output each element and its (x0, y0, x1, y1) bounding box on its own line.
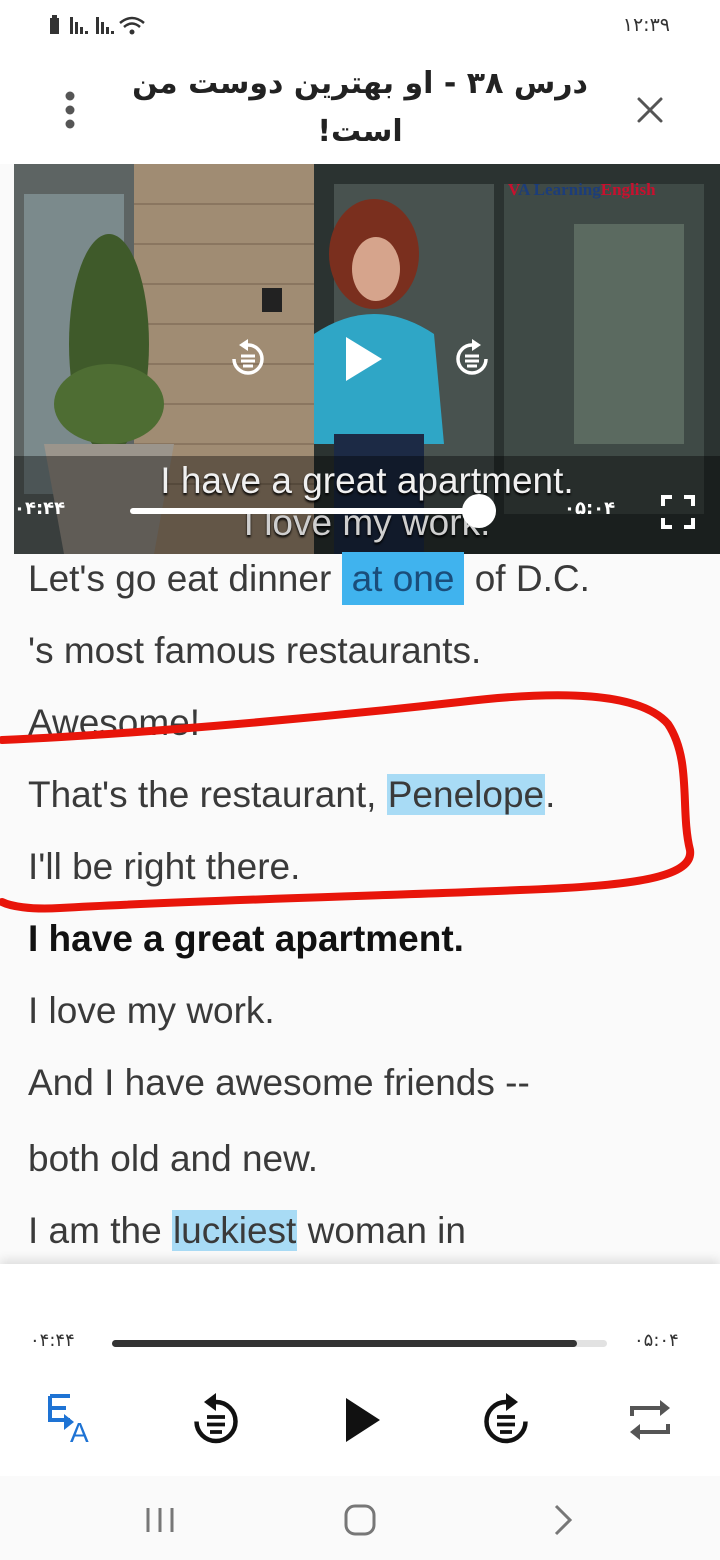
transcript-text: both old and new. (28, 1138, 319, 1179)
transcript-text: woman in (297, 1210, 466, 1251)
recents-icon (146, 1508, 174, 1532)
subtitle-line-1: I have a great apartment. (160, 460, 574, 501)
back-button[interactable] (542, 1500, 582, 1540)
player-duration: ۰۵:۰۴ (634, 1330, 679, 1351)
repeat-icon (630, 1400, 670, 1440)
chevron-right-icon (554, 1504, 573, 1536)
audio-player-panel: ۰۴:۴۴ ۰۵:۰۴ A (0, 1264, 720, 1476)
video-forward-button[interactable] (452, 339, 492, 379)
status-icons (48, 14, 148, 38)
highlighted-word[interactable]: at one (341, 552, 465, 605)
transcript-line[interactable]: I have a great apartment. (28, 918, 464, 960)
transcript-line[interactable]: And I have awesome friends -- (28, 1062, 530, 1104)
home-icon (344, 1504, 376, 1536)
close-button[interactable] (630, 90, 670, 130)
rewind-5-icon (194, 1393, 238, 1444)
video-elapsed-time: ۰۴:۴۴ (14, 498, 66, 519)
system-nav-bar (0, 1476, 720, 1560)
rewind-button[interactable] (186, 1390, 246, 1450)
status-time: ۱۲:۳۹ (622, 14, 670, 36)
rewind-5-icon (232, 339, 264, 375)
more-options-button[interactable] (50, 88, 90, 132)
transcript-line[interactable]: both old and new. (28, 1138, 318, 1180)
more-vert-icon (65, 91, 75, 129)
forward-button[interactable] (476, 1390, 536, 1450)
player-elapsed-time: ۰۴:۴۴ (30, 1330, 75, 1351)
transcript-text: Let's go eat dinner (28, 558, 342, 599)
transcript-text: I have a great apartment. (28, 918, 464, 959)
video-rewind-button[interactable] (228, 339, 268, 379)
home-button[interactable] (340, 1500, 380, 1540)
translate-button[interactable]: A (44, 1390, 104, 1450)
transcript-line[interactable]: Let's go eat dinner at one of D.C. (28, 552, 590, 605)
repeat-button[interactable] (620, 1390, 680, 1450)
forward-5-icon (456, 339, 488, 375)
top-app-bar: درس ۳۸ - او بهترین دوست من است! (0, 52, 720, 164)
video-seek-thumb[interactable] (462, 494, 496, 528)
fullscreen-icon (661, 495, 695, 529)
video-player[interactable]: VA LearningEnglish I have a great apartm… (14, 164, 720, 554)
lesson-title: درس ۳۸ - او بهترین دوست من است! (132, 66, 588, 149)
video-seek-bar[interactable] (130, 508, 480, 514)
transcript-text: I am the (28, 1210, 172, 1251)
transcript-line[interactable]: I love my work. (28, 990, 275, 1032)
transcript-text: 's most famous restaurants. (28, 630, 482, 671)
player-seek-progress (112, 1340, 578, 1347)
voa-logo: VA LearningEnglish (508, 180, 656, 199)
transcript-text: of D.C. (464, 558, 590, 599)
transcript-text: And I have awesome friends -- (28, 1062, 530, 1103)
transcript-line[interactable]: 's most famous restaurants. (28, 630, 481, 672)
video-duration: ۰۵:۰۴ (564, 498, 616, 519)
signal-wifi-icon (50, 15, 145, 35)
status-bar: ۱۲:۳۹ (0, 0, 720, 52)
transcript-line[interactable]: I am the luckiest woman in (28, 1210, 466, 1252)
play-icon (346, 337, 382, 381)
transcript-text: I love my work. (28, 990, 275, 1031)
player-seek-bar[interactable] (112, 1340, 607, 1347)
play-icon (346, 1398, 380, 1442)
translate-icon: A (48, 1394, 89, 1448)
recents-button[interactable] (140, 1500, 180, 1540)
forward-5-icon (484, 1393, 528, 1444)
video-play-button[interactable] (340, 334, 386, 384)
red-annotation-scribble (0, 691, 695, 913)
close-icon (637, 97, 663, 123)
fullscreen-button[interactable] (660, 494, 696, 530)
svg-text:A: A (70, 1417, 89, 1448)
highlighted-word[interactable]: luckiest (171, 1210, 298, 1251)
play-button[interactable] (332, 1390, 392, 1450)
